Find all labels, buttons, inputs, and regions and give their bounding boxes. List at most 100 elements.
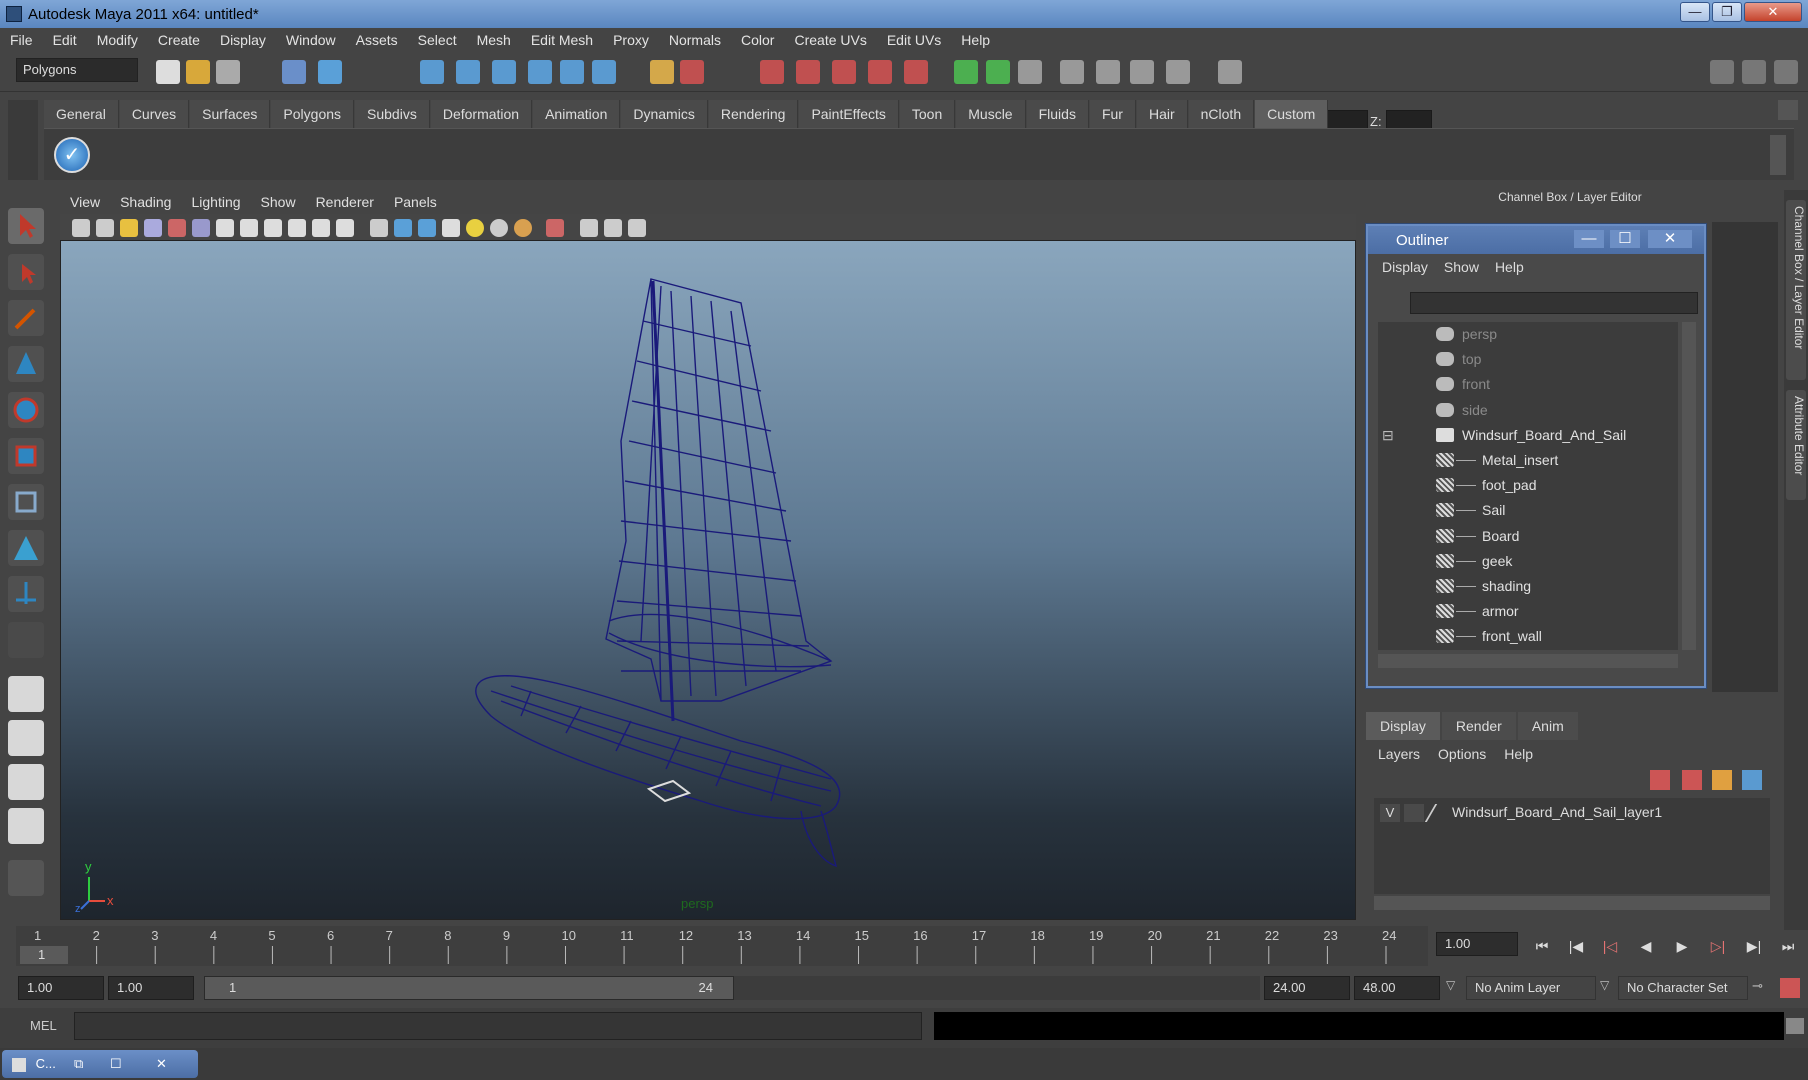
shelf-tab-animation[interactable]: Animation [533, 100, 621, 128]
scale-tool-icon[interactable] [8, 438, 44, 474]
layer-menu-options[interactable]: Options [1438, 746, 1486, 762]
outliner-hscrollbar[interactable] [1378, 654, 1678, 668]
transform-field-icon[interactable] [1218, 60, 1242, 84]
shelf-tab-deformation[interactable]: Deformation [430, 100, 533, 128]
menu-create-uvs[interactable]: Create UVs [794, 32, 866, 48]
shelf-tab-general[interactable]: General [44, 100, 119, 128]
layer-menu-layers[interactable]: Layers [1378, 746, 1420, 762]
create-layer-empty-icon[interactable] [1650, 770, 1670, 790]
go-to-end-icon[interactable]: ⏭ [1776, 934, 1800, 958]
menu-edit-uvs[interactable]: Edit UVs [887, 32, 941, 48]
shelf-tab-toon[interactable]: Toon [899, 100, 956, 128]
outliner-item[interactable]: top [1378, 347, 1678, 372]
shelf-tab-fluids[interactable]: Fluids [1026, 100, 1089, 128]
layer-hscrollbar[interactable] [1374, 896, 1770, 910]
minimized-maximize-button[interactable]: ☐ [110, 1050, 122, 1078]
smooth-shade-icon[interactable] [394, 219, 412, 237]
input-ops-icon[interactable] [680, 60, 704, 84]
go-to-start-icon[interactable]: ⏮ [1530, 934, 1554, 958]
show-tool-settings-icon[interactable] [1742, 60, 1766, 84]
outliner-item[interactable]: Sail [1378, 498, 1678, 523]
minimized-close-button[interactable]: ✕ [156, 1050, 167, 1078]
ipr-render-icon[interactable] [796, 60, 820, 84]
playback-end-input[interactable]: 24.00 [1264, 976, 1350, 1000]
lock-icon[interactable] [650, 60, 674, 84]
snap-to-grid-icon[interactable] [420, 60, 444, 84]
shelf-tab-rendering[interactable]: Rendering [708, 100, 799, 128]
snap-to-point-icon[interactable] [492, 60, 516, 84]
move-layer-up-icon[interactable] [1712, 770, 1732, 790]
menu-set-dropdown[interactable]: Polygons [16, 58, 138, 82]
step-forward-key-icon[interactable]: ▶| [1742, 934, 1766, 958]
minimized-restore-button[interactable]: ⧉ [74, 1050, 83, 1078]
shelf-tab-polygons[interactable]: Polygons [271, 100, 355, 128]
step-forward-frame-icon[interactable]: ▷| [1706, 934, 1730, 958]
textured-icon[interactable] [442, 219, 460, 237]
menu-window[interactable]: Window [286, 32, 336, 48]
layer-menu-help[interactable]: Help [1504, 746, 1533, 762]
shelf-tab-curves[interactable]: Curves [119, 100, 190, 128]
custom-checkmark-icon[interactable]: ✓ [54, 137, 90, 173]
layer-tab-render[interactable]: Render [1441, 712, 1516, 740]
menu-mesh[interactable]: Mesh [477, 32, 511, 48]
select-camera-icon[interactable] [72, 219, 90, 237]
menu-file[interactable]: File [10, 32, 33, 48]
lasso-tool-icon[interactable] [8, 254, 44, 290]
layer-name[interactable]: Windsurf_Board_And_Sail_layer1 [1452, 804, 1662, 820]
xray-joints-icon[interactable] [604, 219, 622, 237]
field-chart-icon[interactable] [288, 219, 306, 237]
camera-attributes-icon[interactable] [96, 219, 114, 237]
command-input[interactable] [74, 1012, 922, 1040]
outliner-item[interactable]: Metal_insert [1378, 448, 1678, 473]
move-tool-icon[interactable] [8, 346, 44, 382]
range-slider-track[interactable] [734, 976, 1260, 1000]
render-globals-icon[interactable] [1096, 60, 1120, 84]
shelf-scroll-icon[interactable] [1770, 135, 1786, 175]
shelf-tab-painteffects[interactable]: PaintEffects [799, 100, 899, 128]
snap-to-curve-icon[interactable] [456, 60, 480, 84]
command-language-label[interactable]: MEL [30, 1018, 57, 1033]
shelf-tab-dynamics[interactable]: Dynamics [621, 100, 708, 128]
menu-edit-mesh[interactable]: Edit Mesh [531, 32, 593, 48]
high-quality-icon[interactable] [514, 219, 532, 237]
outliner-filter-input[interactable] [1410, 292, 1698, 314]
outliner-minimize-button[interactable]: — [1574, 230, 1604, 248]
shelf-tab-fur[interactable]: Fur [1089, 100, 1136, 128]
menu-edit[interactable]: Edit [53, 32, 77, 48]
panel-menu-view[interactable]: View [70, 194, 100, 210]
time-slider[interactable]: 1 2 3 4 5 6 7 8 9 10 11 12 13 14 15 16 17 18 19 20 21 22 23 24 … [16, 926, 1428, 966]
collapse-icon[interactable]: ⊟ [1382, 423, 1394, 448]
play-forwards-icon[interactable]: ▶ [1670, 934, 1694, 958]
layer-tab-anim[interactable]: Anim [1517, 712, 1578, 740]
single-perspective-layout-icon[interactable] [8, 676, 44, 712]
select-by-hierarchy-icon[interactable] [282, 60, 306, 84]
universal-manipulator-icon[interactable] [8, 484, 44, 520]
snap-to-plane-icon[interactable] [528, 60, 552, 84]
menu-select[interactable]: Select [418, 32, 457, 48]
outliner-item[interactable]: ⊟ Windsurf_Board_And_Sail [1378, 423, 1678, 448]
outliner-maximize-button[interactable]: ☐ [1610, 230, 1640, 248]
outliner-scrollbar[interactable] [1682, 322, 1696, 650]
resolution-gate-icon[interactable] [240, 219, 258, 237]
side-tab-channel-box[interactable]: Channel Box / Layer Editor [1786, 200, 1806, 380]
history-icon[interactable] [592, 60, 616, 84]
move-layer-down-icon[interactable] [1742, 770, 1762, 790]
outliner-close-button[interactable]: ✕ [1648, 230, 1692, 248]
close-button[interactable]: ✕ [1744, 2, 1802, 22]
xray-components-icon[interactable] [628, 219, 646, 237]
live-surface-icon[interactable] [560, 60, 584, 84]
create-layer-selected-icon[interactable] [1682, 770, 1702, 790]
menu-help[interactable]: Help [961, 32, 990, 48]
layer-tab-display[interactable]: Display [1366, 712, 1440, 740]
outliner-item[interactable]: persp [1378, 322, 1678, 347]
panel-menu-panels[interactable]: Panels [394, 194, 437, 210]
panel-menu-shading[interactable]: Shading [120, 194, 171, 210]
menu-modify[interactable]: Modify [97, 32, 138, 48]
layer-color-swatch-icon[interactable] [1424, 804, 1450, 822]
current-frame-marker[interactable]: 1 [20, 946, 68, 964]
safe-title-icon[interactable] [336, 219, 354, 237]
outliner-item[interactable]: foot_pad [1378, 473, 1678, 498]
playback-start-input[interactable]: 1.00 [108, 976, 194, 1000]
wireframe-icon[interactable] [370, 219, 388, 237]
use-all-lights-icon[interactable] [466, 219, 484, 237]
